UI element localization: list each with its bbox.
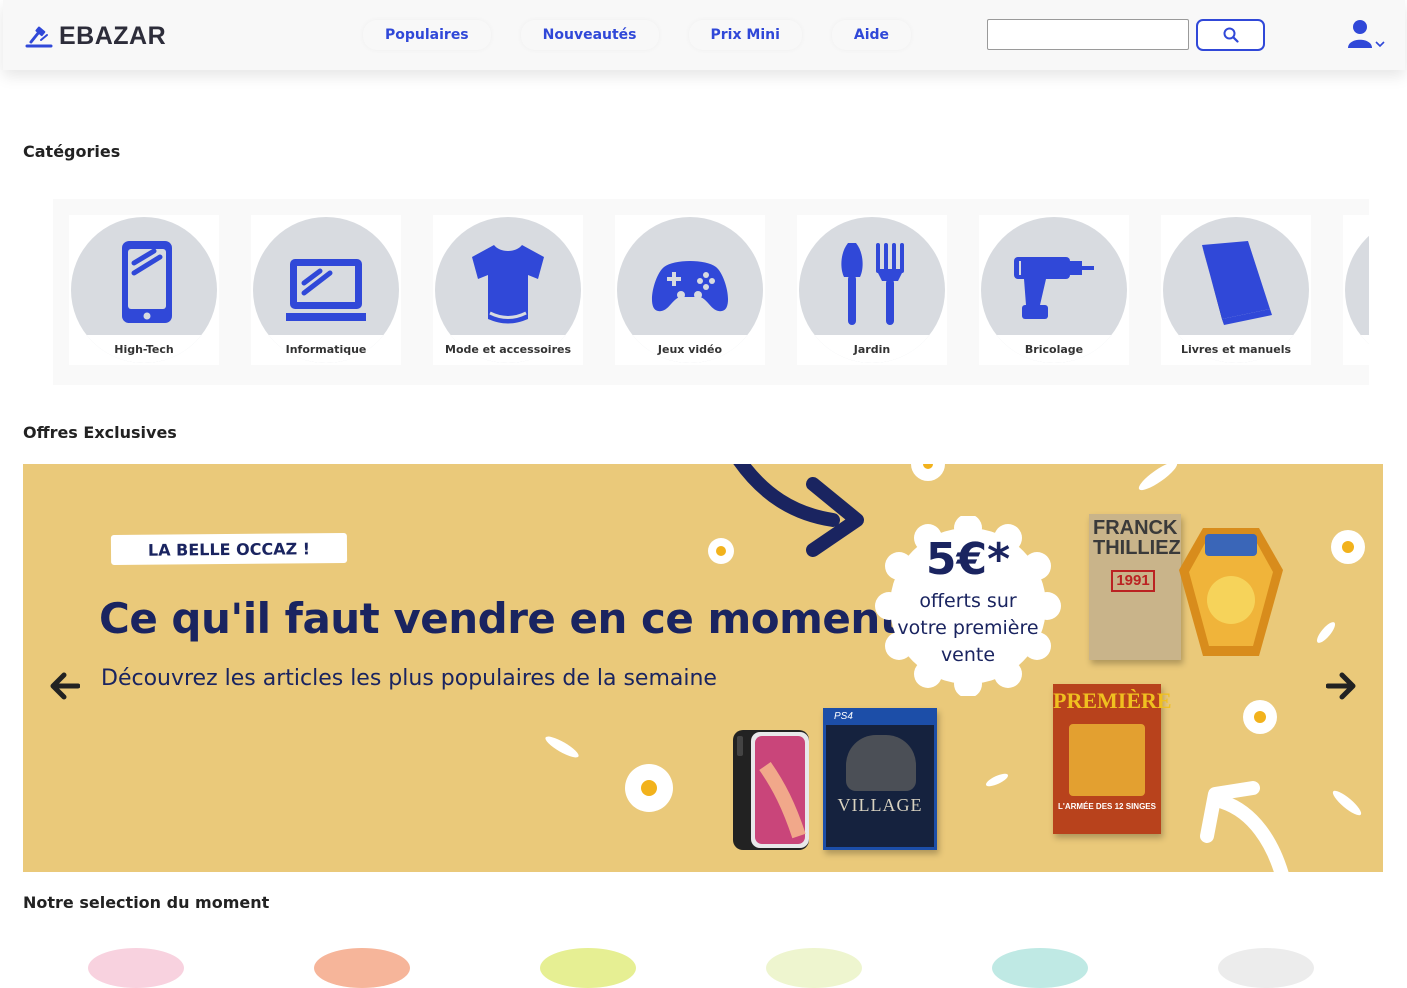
category-circle [799,217,945,363]
product-dvd-12-singes: PREMIÈRE L'ARMÉE DES 12 SINGES [1053,684,1172,834]
daisy-icon [708,538,734,564]
selection-item-preview[interactable] [88,948,184,988]
garden-tools-icon [841,243,904,325]
category-circle [71,217,217,363]
logo[interactable]: EBAZAR [25,22,166,51]
daisy-icon [911,464,945,481]
game-platform: PS4 [826,711,934,725]
promo-banner[interactable]: LA BELLE OCCAZ ! Ce qu'il faut vendre en… [23,464,1383,872]
tshirt-icon [472,245,544,324]
category-livres-manuels[interactable]: Livres et manuels [1161,215,1311,365]
user-icon [1348,20,1372,48]
category-label: E [1343,343,1369,356]
nav-prix-mini[interactable]: Prix Mini [688,20,802,50]
category-jeux-video[interactable]: Jeux vidéo [615,215,765,365]
category-high-tech[interactable]: High-Tech [69,215,219,365]
gavel-logo-icon [25,26,53,47]
smartphone-icon [122,241,172,323]
promo-tag: LA BELLE OCCAZ ! [110,532,348,566]
category-label: Jeux vidéo [657,343,723,356]
petal-decoration [543,733,581,761]
smartphone-product-icon [733,730,809,850]
category-label: Bricolage [1024,343,1084,356]
game-title: VILLAGE [837,795,923,815]
chevron-down-icon [1375,41,1385,48]
categories-title: Catégories [23,142,121,161]
petal-decoration [1314,619,1338,646]
selection-item-preview[interactable] [1218,948,1314,988]
category-circle [617,217,763,363]
product-book-thilliez: FRANCK THILLIEZ 1991 [1089,514,1181,660]
offer-line-1: offerts sur [919,590,1017,612]
search-icon [1223,27,1239,43]
category-label: Informatique [285,343,367,356]
nav-nouveautes[interactable]: Nouveautés [520,20,659,50]
daisy-icon [1243,700,1277,734]
category-mode-accessoires[interactable]: Mode et accessoires [433,215,583,365]
offers-title: Offres Exclusives [23,423,177,442]
selection-item-preview[interactable] [540,948,636,988]
daisy-icon [1331,530,1365,564]
offer-line-3: vente [940,644,996,666]
drill-icon [1014,257,1094,319]
petal-decoration [984,771,1010,789]
dvd-subtitle: L'ARMÉE DES 12 SINGES [1058,802,1156,811]
category-jardin[interactable]: Jardin [797,215,947,365]
category-label: High-Tech [114,343,174,356]
category-label: Mode et accessoires [445,343,571,356]
selection-item-preview[interactable] [314,948,410,988]
selection-item-preview[interactable] [992,948,1088,988]
category-bricolage[interactable]: Bricolage [979,215,1129,365]
nav-aide[interactable]: Aide [831,20,912,50]
category-circle [435,217,581,363]
gamepad-icon [651,261,729,312]
pokemon-tin-icon [1179,528,1283,656]
site-header: EBAZAR Populaires Nouveautés Prix Mini A… [3,0,1405,70]
arrow-left-icon [50,672,80,700]
search-button[interactable] [1196,19,1265,51]
category-circle [1163,217,1309,363]
banner-headline: Ce qu'il faut vendre en ce moment [99,594,900,643]
offer-badge: 5€* offerts sur votre première vente [875,516,1061,696]
daisy-icon [625,764,673,812]
main-nav: Populaires Nouveautés Prix Mini Aide [363,20,912,50]
offer-line-2: votre première [897,617,1039,639]
banner-next-button[interactable] [1321,668,1361,704]
selection-title: Notre selection du moment [23,893,270,912]
product-game-village: PS4 VILLAGE [823,708,937,850]
book-icon [1202,241,1272,325]
arrow-right-icon [1326,672,1356,700]
category-circle [1345,217,1369,363]
category-label: Livres et manuels [1180,343,1292,356]
category-label: Jardin [853,343,891,356]
offer-amount: 5€* [925,534,1011,585]
curved-arrow-white-icon [1200,781,1289,872]
user-menu[interactable] [1347,19,1385,49]
book-title: FRANCK THILLIEZ [1093,517,1181,559]
laptop-icon [286,259,366,321]
category-circle [253,217,399,363]
nav-populaires[interactable]: Populaires [363,20,491,50]
categories-carousel: High-Tech Informatique Mode et accessoir… [53,199,1369,385]
category-circle [981,217,1127,363]
banner-subline: Découvrez les articles les plus populair… [101,666,717,691]
petal-decoration [1329,787,1365,819]
petal-decoration [1135,464,1181,495]
search-input[interactable] [987,19,1189,50]
dvd-title: PREMIÈRE [1053,688,1172,713]
category-informatique[interactable]: Informatique [251,215,401,365]
logo-text: EBAZAR [59,22,167,50]
book-year: 1991 [1111,570,1155,592]
curved-arrow-icon [733,464,864,557]
selection-item-preview[interactable] [766,948,862,988]
category-partial[interactable]: E [1343,215,1369,365]
banner-prev-button[interactable] [45,668,85,704]
